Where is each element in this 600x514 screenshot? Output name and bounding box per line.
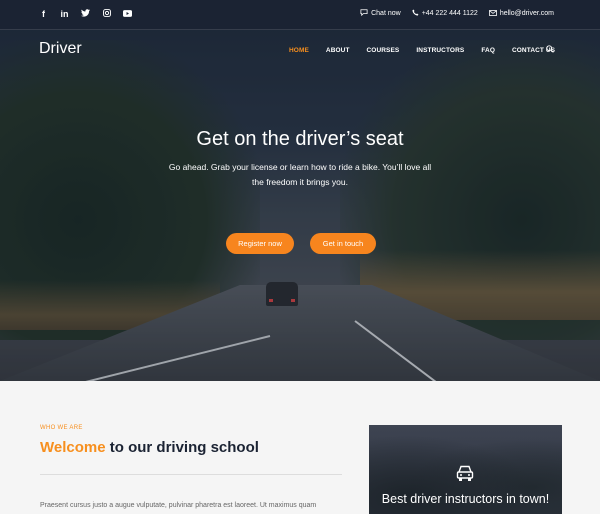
brand-logo[interactable]: Driver — [39, 40, 82, 58]
nav-item-home[interactable]: HOME — [289, 47, 309, 54]
nav-item-about[interactable]: ABOUT — [326, 47, 350, 54]
nav-item-courses[interactable]: COURSES — [367, 47, 400, 54]
section-eyebrow: WHO WE ARE — [40, 425, 83, 431]
hero-overlay — [0, 0, 600, 381]
register-button[interactable]: Register now — [226, 233, 294, 254]
chat-label: Chat now — [371, 10, 401, 17]
social-links: f in — [38, 8, 133, 20]
top-bar: f in Chat now +44 222 444 1122 hello@dri… — [0, 0, 600, 30]
hero-title: Get on the driver’s seat — [196, 128, 404, 150]
divider — [40, 474, 342, 475]
nav-item-instructors[interactable]: INSTRUCTORS — [416, 47, 464, 54]
youtube-icon[interactable] — [122, 8, 133, 20]
section-title: Welcome to our driving school — [40, 439, 259, 456]
nav-item-faq[interactable]: FAQ — [481, 47, 495, 54]
phone-icon — [412, 9, 419, 18]
search-icon[interactable] — [546, 45, 554, 55]
envelope-icon — [488, 9, 497, 18]
chat-icon — [360, 9, 368, 18]
about-paragraph: Praesent cursus justo a augue vulputate,… — [40, 502, 317, 509]
hero-subtitle: Go ahead. Grab your license or learn how… — [168, 162, 432, 187]
title-accent: Welcome — [40, 439, 106, 456]
phone-number: +44 222 444 1122 — [421, 10, 478, 17]
email-address: hello@driver.com — [499, 10, 554, 17]
card-title: Best driver instructors in town! — [381, 492, 550, 506]
chat-link[interactable]: Chat now — [360, 9, 401, 18]
get-in-touch-button[interactable]: Get in touch — [310, 233, 376, 254]
contact-info: Chat now +44 222 444 1122 hello@driver.c… — [360, 9, 554, 18]
email-link[interactable]: hello@driver.com — [488, 9, 554, 18]
main-nav: HOME ABOUT COURSES INSTRUCTORS FAQ CONTA… — [289, 47, 572, 54]
car-icon — [455, 464, 475, 482]
hero-background — [0, 0, 600, 381]
linkedin-icon[interactable]: in — [59, 8, 70, 20]
phone-link[interactable]: +44 222 444 1122 — [412, 9, 478, 18]
twitter-icon[interactable] — [80, 8, 91, 20]
title-rest: to our driving school — [105, 439, 259, 456]
facebook-icon[interactable]: f — [38, 8, 49, 20]
instagram-icon[interactable] — [101, 8, 112, 20]
